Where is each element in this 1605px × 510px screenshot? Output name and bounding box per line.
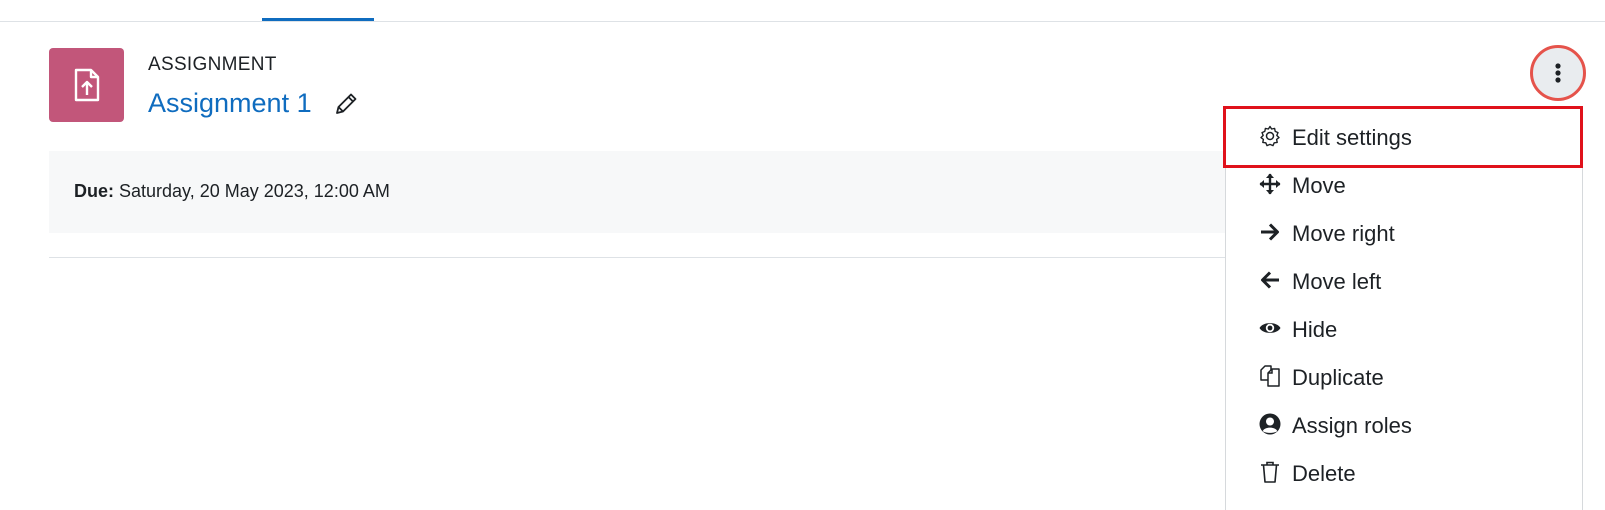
assignment-upload-icon [74,68,99,102]
arrow-left-icon [1258,268,1282,292]
user-circle-icon [1258,412,1282,436]
copy-icon [1258,364,1282,388]
due-date: Due: Saturday, 20 May 2023, 12:00 AM [74,181,390,202]
menu-item-label: Edit settings [1292,125,1412,150]
menu-item-label: Hide [1292,317,1338,342]
tab-bar-border [0,21,1605,22]
due-date-value: Saturday, 20 May 2023, 12:00 AM [119,181,390,201]
menu-item-duplicate[interactable]: Duplicate [1226,354,1582,400]
menu-item-move[interactable]: Move [1226,162,1582,208]
menu-item-assign-roles[interactable]: Assign roles [1226,402,1582,448]
menu-item-label: Duplicate [1292,365,1384,390]
menu-item-delete[interactable]: Delete [1226,450,1582,496]
activity-divider [49,257,1229,258]
menu-item-label: Move left [1292,269,1382,294]
due-date-label: Due: [74,181,114,201]
actions-dropdown-menu: Edit settings Move Move right Move left … [1225,106,1583,510]
activity-type-label: ASSIGNMENT [148,54,277,75]
kebab-vertical-icon [1555,63,1561,83]
menu-item-hide[interactable]: Hide [1226,306,1582,352]
menu-item-label: Assign roles [1292,413,1412,438]
gear-icon [1258,124,1282,148]
menu-item-edit-settings[interactable]: Edit settings [1226,114,1582,160]
move-arrows-icon [1258,172,1282,196]
menu-item-move-left[interactable]: Move left [1226,258,1582,304]
eye-icon [1258,316,1282,340]
course-page: ASSIGNMENT Assignment 1 Due: Saturday, 2… [0,0,1605,510]
activity-dates: Due: Saturday, 20 May 2023, 12:00 AM [49,151,1229,233]
actions-menu-button[interactable] [1530,45,1586,101]
menu-item-label: Move [1292,173,1346,198]
menu-item-label: Delete [1292,461,1356,486]
trash-icon [1258,460,1282,484]
menu-item-label: Move right [1292,221,1395,246]
arrow-right-icon [1258,220,1282,244]
pencil-icon[interactable] [333,91,359,117]
activity-icon [49,48,124,122]
activity-title-link[interactable]: Assignment 1 [148,88,312,119]
menu-item-move-right[interactable]: Move right [1226,210,1582,256]
